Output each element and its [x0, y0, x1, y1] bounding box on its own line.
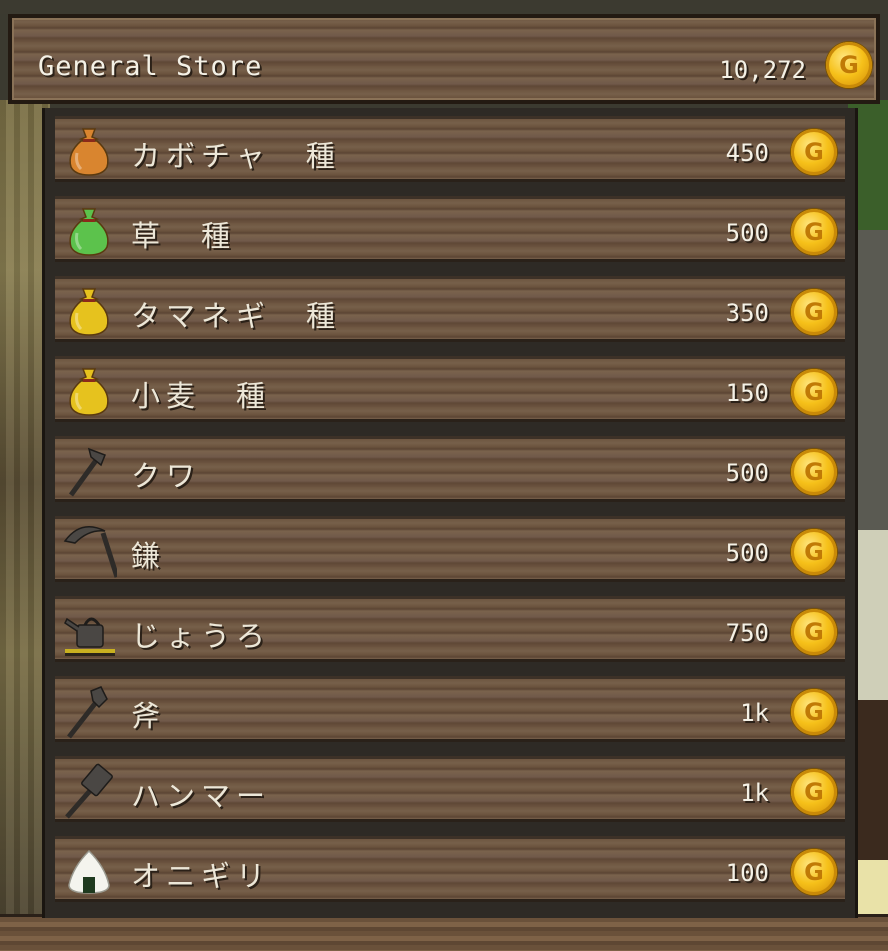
gold-coin-icon: G — [826, 42, 872, 88]
item-price: 150 — [725, 379, 769, 407]
store-header: General Store 10,272 G — [8, 14, 880, 104]
item-price: 500 — [725, 539, 769, 567]
shop-item-row[interactable]: タマネギ 種 350 G — [55, 276, 845, 342]
watering-can-icon — [61, 603, 117, 659]
item-name: 小麦 種 — [131, 379, 272, 413]
item-name: じょうろ — [131, 619, 272, 653]
sickle-icon — [61, 523, 120, 579]
gold-coin-icon: G — [791, 609, 837, 655]
item-name: ハンマー — [131, 779, 272, 813]
shop-item-row[interactable]: カボチャ 種 450 G — [55, 116, 845, 182]
shop-item-row[interactable]: ハンマー 1k G — [55, 756, 845, 822]
gold-coin-icon: G — [791, 689, 837, 735]
item-price: 500 — [725, 219, 769, 247]
shop-item-row[interactable]: クワ 500 G — [55, 436, 845, 502]
gold-coin-icon: G — [791, 529, 837, 575]
item-name: 鎌 — [131, 539, 167, 573]
green-seed-bag-icon — [61, 203, 117, 259]
gold-coin-icon: G — [791, 289, 837, 335]
shop-item-row[interactable]: 草 種 500 G — [55, 196, 845, 262]
orange-seed-bag-icon — [61, 123, 117, 179]
shop-item-row[interactable]: オニギリ 100 G — [55, 836, 845, 902]
money-balance: 10,272 — [719, 56, 806, 84]
axe-icon — [61, 683, 117, 739]
hoe-icon — [61, 443, 117, 499]
gold-coin-icon: G — [791, 129, 837, 175]
item-price: 1k — [740, 699, 769, 727]
item-price: 450 — [725, 139, 769, 167]
item-name: 斧 — [131, 699, 167, 733]
shop-item-row[interactable]: 鎌 500 G — [55, 516, 845, 582]
gold-coin-icon: G — [791, 849, 837, 895]
item-name: クワ — [131, 459, 202, 493]
hammer-icon — [61, 763, 117, 819]
gold-coin-icon: G — [791, 209, 837, 255]
rice-ball-icon — [61, 843, 117, 899]
yellow-seed-bag-icon — [61, 363, 117, 419]
item-price: 350 — [725, 299, 769, 327]
item-name: カボチャ 種 — [131, 139, 341, 173]
shop-item-row[interactable]: 斧 1k G — [55, 676, 845, 742]
gold-coin-icon: G — [791, 449, 837, 495]
bottom-wood-bar — [0, 914, 888, 951]
item-price: 750 — [725, 619, 769, 647]
shop-item-row[interactable]: じょうろ 750 G — [55, 596, 845, 662]
item-name: オニギリ — [131, 859, 272, 893]
gold-coin-icon: G — [791, 769, 837, 815]
gold-coin-icon: G — [791, 369, 837, 415]
item-price: 100 — [725, 859, 769, 887]
yellow-seed-bag-icon — [61, 283, 117, 339]
shop-item-row[interactable]: 小麦 種 150 G — [55, 356, 845, 422]
item-name: タマネギ 種 — [131, 299, 342, 333]
item-price: 500 — [725, 459, 769, 487]
shop-item-list: カボチャ 種 450 G 草 種 500 G タマネギ 種 350 G 小麦 種 150 G ク… — [42, 108, 858, 918]
item-price: 1k — [740, 779, 769, 807]
world-top-strip — [0, 0, 888, 14]
store-title: General Store — [38, 51, 263, 82]
item-name: 草 種 — [131, 219, 237, 253]
